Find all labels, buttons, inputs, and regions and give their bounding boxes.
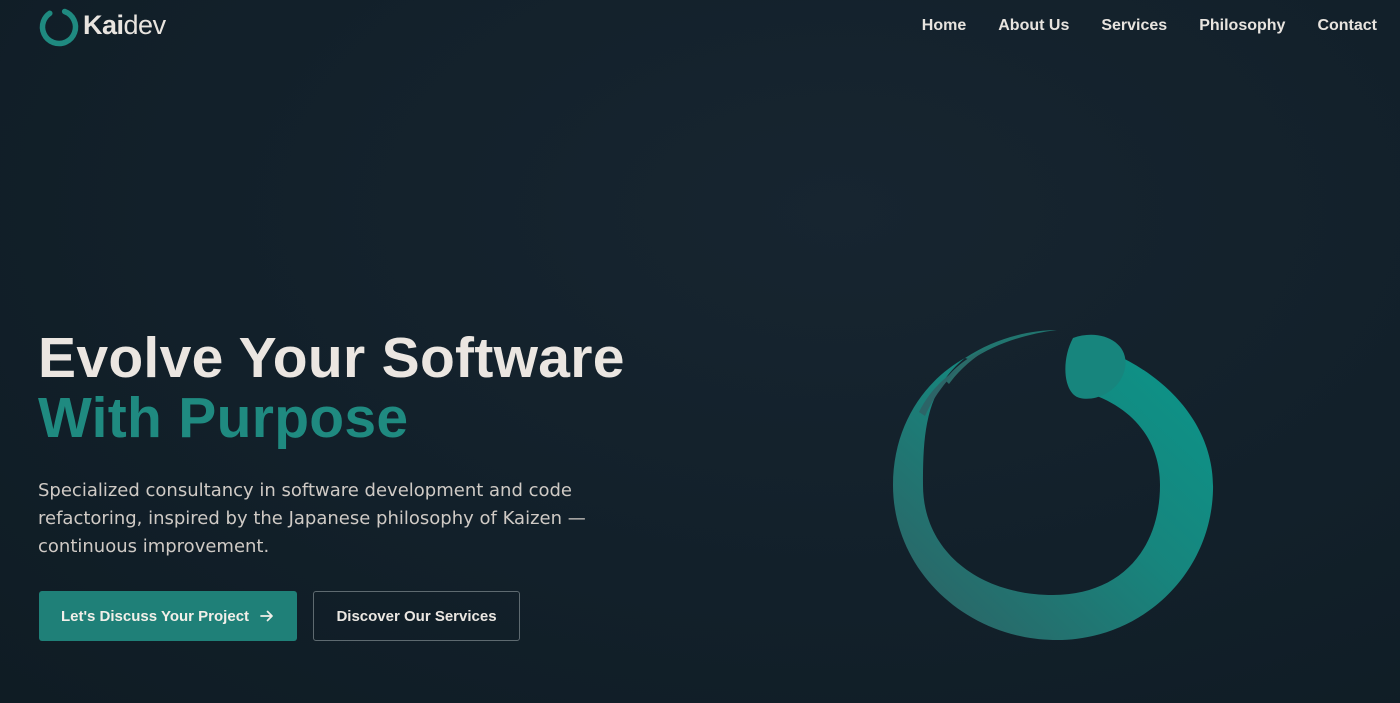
- discuss-project-button-label: Let's Discuss Your Project: [60, 607, 250, 625]
- hero-section: Evolve Your Software With Purpose Specia…: [38, 328, 738, 561]
- nav-about-us[interactable]: About Us: [998, 16, 1069, 36]
- logo-text-light: dev: [123, 10, 167, 40]
- discover-services-button-label: Discover Our Services: [336, 607, 497, 625]
- site-header: Kaidev Home About Us Services Philosophy…: [0, 0, 1400, 54]
- hero-buttons: Let's Discuss Your Project Discover Our …: [39, 591, 520, 641]
- logo-text: Kaidev: [83, 12, 166, 42]
- nav-home[interactable]: Home: [922, 16, 966, 36]
- hero-headline-line1: Evolve Your Software: [38, 326, 625, 390]
- hero-headline: Evolve Your Software With Purpose: [38, 328, 738, 448]
- discover-services-button[interactable]: Discover Our Services: [313, 591, 520, 641]
- nav-services[interactable]: Services: [1101, 16, 1167, 36]
- hero-headline-line2: With Purpose: [38, 386, 409, 450]
- enso-ring-icon: [39, 7, 79, 47]
- hero-subtitle: Specialized consultancy in software deve…: [38, 480, 586, 557]
- enso-circle-icon: [893, 330, 1214, 641]
- arrow-right-icon: [260, 610, 273, 622]
- logo[interactable]: Kaidev: [38, 6, 166, 48]
- nav-philosophy[interactable]: Philosophy: [1199, 16, 1285, 36]
- nav-contact[interactable]: Contact: [1317, 16, 1377, 36]
- discuss-project-button[interactable]: Let's Discuss Your Project: [39, 591, 297, 641]
- logo-text-bold: Kai: [83, 10, 124, 40]
- main-nav: Home About Us Services Philosophy Contac…: [890, 16, 1377, 36]
